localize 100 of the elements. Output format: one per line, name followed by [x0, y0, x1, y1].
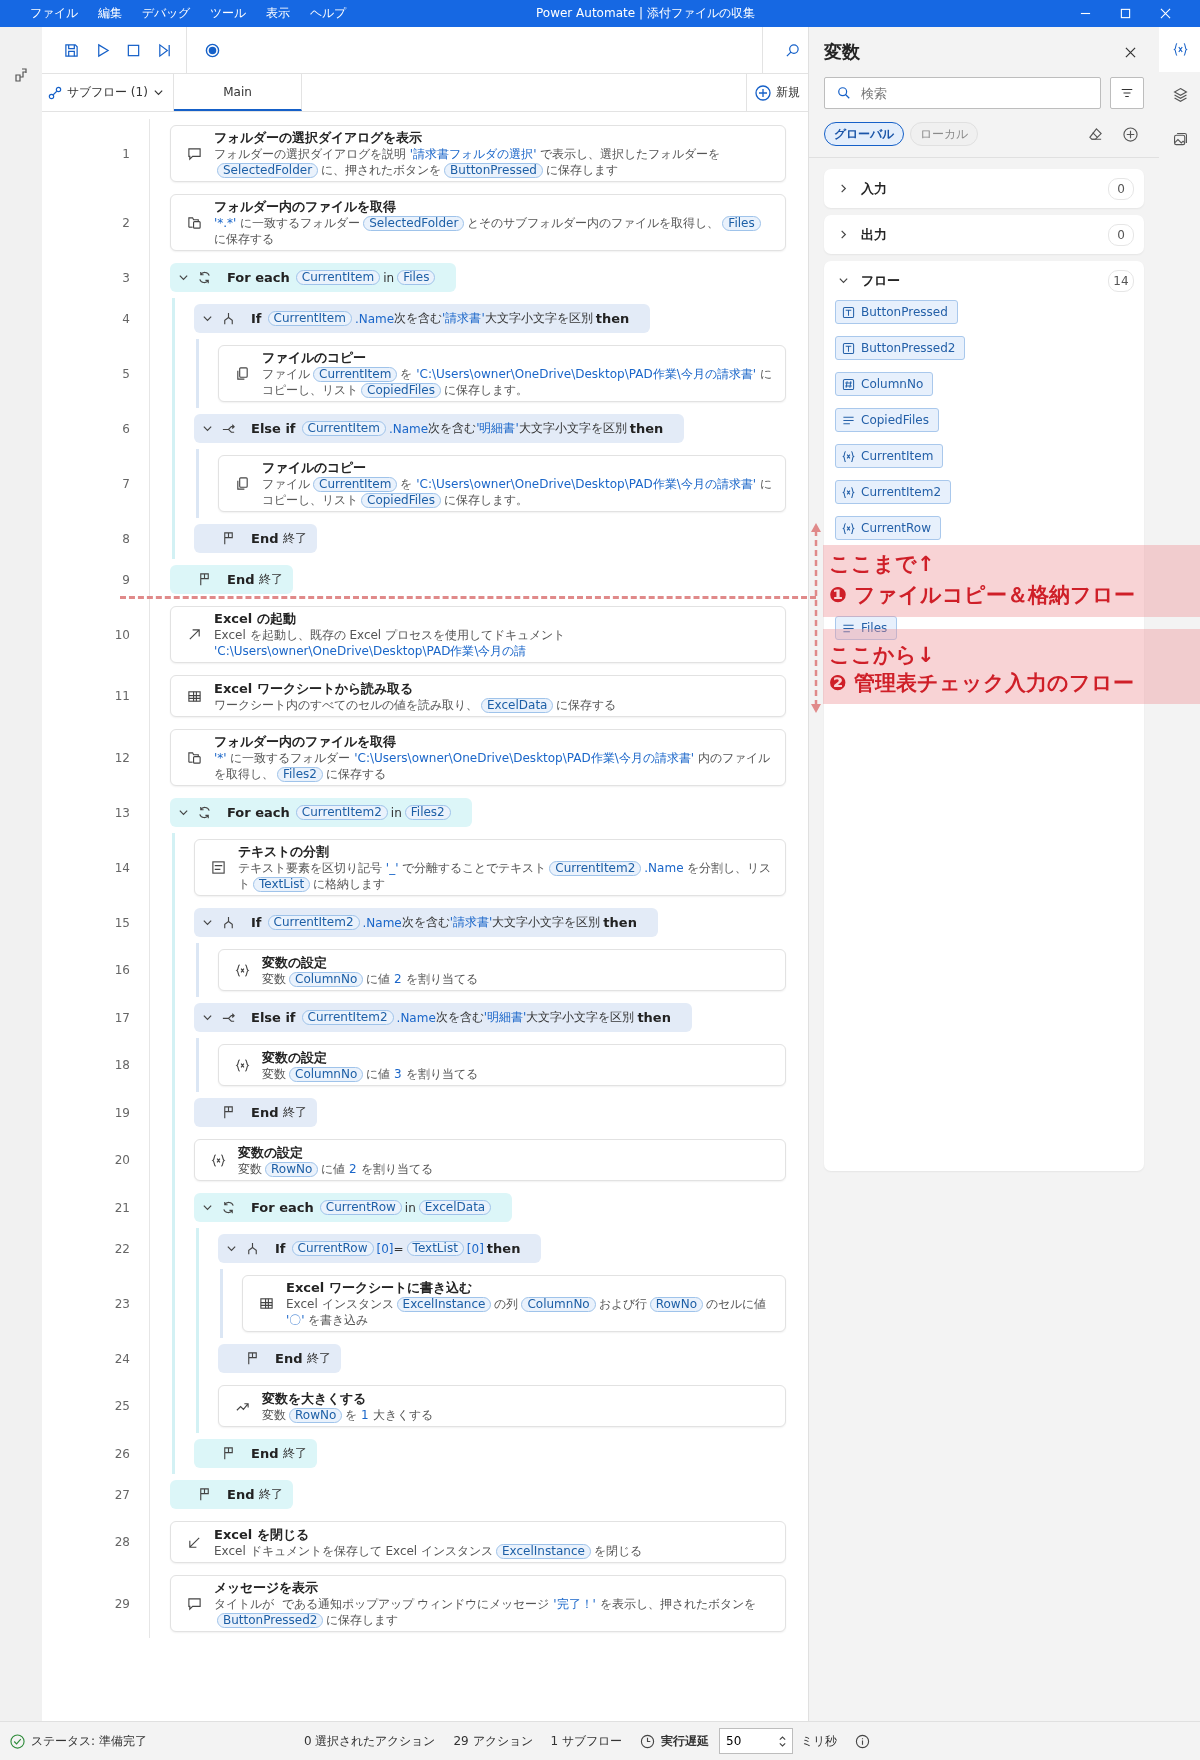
step-forward-icon[interactable]: [157, 42, 172, 58]
save-icon[interactable]: [64, 42, 79, 58]
search-icon[interactable]: [785, 42, 800, 58]
menu-item[interactable]: ツール: [210, 5, 246, 22]
end-block[interactable]: End 終了: [170, 565, 293, 594]
block-condition: If CurrentItem .Name次を含む'請求書'大文字小文字を区別 then: [250, 310, 631, 327]
end-block[interactable]: End 終了: [170, 1480, 293, 1509]
action-description: ワークシート内のすべてのセルの値を読み取り、 ExcelData に保存する: [214, 696, 618, 713]
scope-toggle[interactable]: グローバル: [824, 122, 904, 146]
end-block[interactable]: End 終了: [194, 1098, 317, 1127]
action-card[interactable]: 変数の設定 変数 ColumnNo に値 3 を割り当てる: [218, 1044, 786, 1086]
block-header[interactable]: If CurrentItem .Name次を含む'請求書'大文字小文字を区別 then: [194, 304, 651, 333]
add-icon[interactable]: [1123, 126, 1138, 142]
action-card[interactable]: フォルダー内のファイルを取得 '*.*' に一致するフォルダー SelectedFolder とそのサブフォルダー内のファイルを取得し、 Files に保存する: [170, 194, 786, 251]
action-card[interactable]: Excel を閉じる Excel ドキュメントを保存して Excel インスタンス ExcelInstance を閉じる: [170, 1521, 786, 1563]
section-label[interactable]: 入力: [861, 179, 887, 198]
variable-chip[interactable]: ButtonPressed2: [835, 336, 966, 360]
layers-icon: [1171, 86, 1189, 103]
record-icon[interactable]: [205, 42, 220, 58]
chevron-icon[interactable]: [226, 1243, 237, 1254]
action-card[interactable]: Excel ワークシートに書き込む Excel インスタンス ExcelInstance の列 ColumnNo および行 RowNo のセルに値 '〇' を書き込み: [242, 1275, 786, 1332]
chevron-icon[interactable]: [838, 275, 849, 286]
flag-icon: [221, 1105, 236, 1120]
action-description: 変数 ColumnNo に値 3 を割り当てる: [262, 1065, 479, 1082]
menu-item[interactable]: デバッグ: [142, 5, 190, 22]
menu-item[interactable]: ヘルプ: [310, 5, 346, 22]
chevron-icon[interactable]: [838, 229, 849, 240]
block-header[interactable]: For each CurrentRow in ExcelData: [194, 1193, 513, 1222]
action-card[interactable]: Excel の起動 Excel を起動し、既存の Excel プロセスを使用してドキュメント 'C:\Users\owner\OneDrive\Desktop\PAD作業\今月の請: [170, 606, 786, 663]
stop-icon[interactable]: [126, 42, 141, 58]
variables-icon: [1171, 41, 1189, 58]
block-header[interactable]: For each CurrentItem in Files: [170, 263, 457, 292]
chevron-icon[interactable]: [202, 1202, 213, 1213]
chevron-icon[interactable]: [202, 917, 213, 928]
delay-field[interactable]: 50: [719, 1728, 793, 1754]
block-header[interactable]: Else if CurrentItem .Name次を含む'明細書'大文字小文字を区別 then: [194, 414, 685, 443]
branch-icon: [221, 311, 236, 326]
action-description: Excel ドキュメントを保存して Excel インスタンス ExcelInstance を閉じる: [214, 1542, 643, 1559]
action-card[interactable]: 変数の設定 変数 RowNo に値 2 を割り当てる: [194, 1139, 786, 1181]
end-block[interactable]: End 終了: [194, 524, 317, 553]
chevron-icon[interactable]: [202, 1012, 213, 1023]
variable-chip[interactable]: CurrentItem2: [835, 480, 952, 504]
line-number: 1: [42, 119, 150, 188]
eraser-icon[interactable]: [1088, 126, 1103, 142]
menu-item[interactable]: 表示: [266, 5, 290, 22]
action-description: Excel インスタンス ExcelInstance の列 ColumnNo および行 RowNo のセルに値 '〇' を書き込み: [286, 1296, 767, 1328]
info-icon[interactable]: [855, 1733, 870, 1749]
variable-chip: CurrentItem2: [295, 805, 388, 820]
end-block[interactable]: End 終了: [218, 1344, 341, 1373]
flow-icon[interactable]: [13, 67, 29, 83]
section-label[interactable]: 出力: [861, 225, 887, 244]
menu-item[interactable]: 編集: [98, 5, 122, 22]
spinner-icon[interactable]: [778, 1733, 787, 1749]
block-header[interactable]: For each CurrentItem2 in Files2: [170, 798, 472, 827]
end-block[interactable]: End 終了: [194, 1439, 317, 1468]
braces-icon: [842, 485, 855, 499]
menu-item[interactable]: ファイル: [30, 5, 78, 22]
search-field[interactable]: 検索: [824, 77, 1101, 109]
delay-input[interactable]: 50: [720, 1733, 778, 1749]
block-header[interactable]: If CurrentRow [0]= TextList [0] then: [218, 1234, 542, 1263]
variable-chip[interactable]: CopiedFiles: [835, 408, 939, 432]
variable-chip[interactable]: CurrentRow: [835, 516, 942, 540]
action-card[interactable]: Excel ワークシートから読み取る ワークシート内のすべてのセルの値を読み取り、 ExcelData に保存する: [170, 675, 786, 717]
variable-chip[interactable]: ColumnNo: [835, 372, 934, 396]
variable-chip[interactable]: ButtonPressed: [835, 300, 958, 324]
action-card[interactable]: フォルダーの選択ダイアログを表示 フォルダーの選択ダイアログを説明 '請求書フォルダの選択' で表示し、選択したフォルダーを SelectedFolder に、押されたボタンを ButtonPressed に保存します: [170, 125, 786, 182]
search-input[interactable]: 検索: [859, 84, 1063, 102]
chevron-icon[interactable]: [178, 807, 189, 818]
action-card[interactable]: テキストの分割 テキスト要素を区切り記号 '_' で分離することでテキスト CurrentItem2 .Name を分割し、リスト TextList に格納します: [194, 839, 786, 896]
action-card[interactable]: 変数を大きくする 変数 RowNo を 1 大きくする: [218, 1385, 786, 1427]
chevron-icon[interactable]: [202, 313, 213, 324]
delay-label: 実行遅延: [661, 1732, 709, 1750]
chevron-icon[interactable]: [838, 183, 849, 194]
chevron-icon[interactable]: [202, 423, 213, 434]
maximize-icon[interactable]: [1120, 8, 1131, 19]
line-number: 23: [42, 1269, 150, 1338]
action-card[interactable]: フォルダー内のファイルを取得 '*' に一致するフォルダー 'C:\Users\owner\OneDrive\Desktop\PAD作業\今月の請求書' 内のファイルを取得し、 Files2 に保存する: [170, 729, 786, 786]
block-header[interactable]: Else if CurrentItem2 .Name次を含む'明細書'大文字小文字を区別 then: [194, 1003, 692, 1032]
end-label: End 終了: [226, 571, 284, 588]
action-card[interactable]: ファイルのコピー ファイル CurrentItem を 'C:\Users\owner\OneDrive\Desktop\PAD作業\今月の請求書' にコピーし、リスト CopiedFiles に保存します。: [218, 455, 786, 512]
subflow-tab[interactable]: Main: [174, 74, 302, 111]
filter-button[interactable]: [1110, 77, 1144, 109]
variable-chip: CopiedFiles: [361, 493, 441, 508]
play-icon[interactable]: [95, 42, 110, 58]
section-label[interactable]: フロー: [861, 271, 900, 290]
line-number: 13: [42, 792, 150, 833]
chevron-icon[interactable]: [178, 272, 189, 283]
variable-chip[interactable]: Files: [835, 616, 898, 640]
action-card[interactable]: ファイルのコピー ファイル CurrentItem を 'C:\Users\owner\OneDrive\Desktop\PAD作業\今月の請求書' にコピーし、リスト CopiedFiles に保存します。: [218, 345, 786, 402]
braces-icon: [211, 1152, 226, 1168]
close-icon[interactable]: [1125, 46, 1136, 58]
block-header[interactable]: If CurrentItem2 .Name次を含む'請求書'大文字小文字を区別 then: [194, 908, 658, 937]
end-label: End 終了: [250, 1104, 308, 1121]
action-card[interactable]: 変数の設定 変数 ColumnNo に値 2 を割り当てる: [218, 949, 786, 991]
variable-chip: ExcelData: [418, 1200, 492, 1215]
line-number: 10: [42, 600, 150, 669]
variable-chip[interactable]: CurrentItem: [835, 444, 944, 468]
variable-chip: SelectedFolder: [363, 216, 465, 231]
annotation-text: ここから↓: [829, 642, 935, 669]
action-card[interactable]: メッセージを表示 タイトルが である通知ポップアップ ウィンドウにメッセージ '完了！' を表示し、押されたボタンを ButtonPressed2 に保存します: [170, 1575, 786, 1632]
